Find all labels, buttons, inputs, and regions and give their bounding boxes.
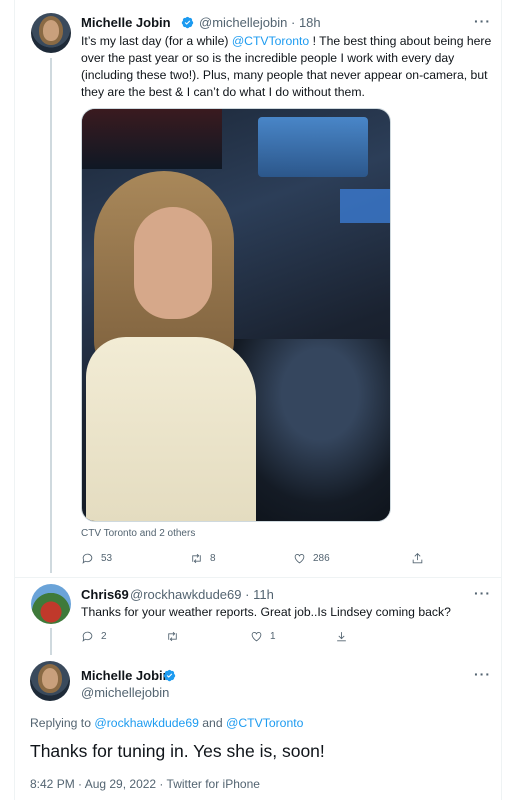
retweet-icon	[168, 631, 177, 642]
reply-icon	[82, 631, 93, 642]
author-name[interactable]: Chris69	[81, 587, 129, 602]
photo-background	[340, 189, 390, 223]
tweet-text: Thanks for tuning in. Yes she is, soon!	[30, 741, 325, 761]
verified-badge-icon	[163, 669, 176, 682]
tweet-text-part: It’s my last day (for a while)	[81, 34, 232, 48]
more-icon[interactable]: ···	[474, 13, 491, 29]
author-name[interactable]: Michelle Jobin	[81, 668, 171, 683]
tweet-text: Thanks for your weather reports. Great j…	[81, 605, 451, 619]
like-icon	[251, 632, 262, 642]
replying-label: Replying to	[30, 716, 95, 730]
replying-and: and	[198, 716, 226, 730]
share-button[interactable]	[335, 630, 355, 643]
avatar[interactable]	[31, 584, 71, 624]
photo-person	[86, 167, 276, 521]
like-count: 1	[270, 631, 276, 642]
mention-link[interactable]: @CTVToronto	[226, 716, 303, 730]
thread-line	[50, 628, 52, 655]
tweet-time[interactable]: 18h	[299, 15, 321, 30]
reply-count: 53	[101, 553, 113, 564]
handle-text: @michellejobin	[199, 15, 288, 30]
share-icon	[337, 632, 346, 642]
share-button[interactable]	[411, 552, 431, 565]
tweet-timestamp[interactable]: 8:42 PM · Aug 29, 2022 · Twitter for iPh…	[30, 777, 260, 791]
avatar[interactable]	[31, 13, 71, 53]
reply-button[interactable]: 53	[81, 552, 112, 565]
tweet-photo[interactable]	[81, 108, 391, 522]
more-icon[interactable]: ···	[474, 666, 491, 682]
mention-link[interactable]: @rockhawkdude69	[94, 716, 199, 730]
handle-text: @rockhawkdude69	[130, 587, 242, 602]
author-handle[interactable]: @michellejobin · 18h	[199, 15, 321, 30]
reply-count: 2	[101, 631, 107, 642]
reply-button[interactable]: 2	[81, 630, 107, 643]
dot-separator: ·	[245, 587, 250, 602]
retweet-button[interactable]: 8	[190, 552, 216, 565]
photo-background	[82, 109, 222, 169]
author-handle[interactable]: @rockhawkdude69 · 11h	[130, 587, 274, 602]
avatar[interactable]	[30, 661, 70, 701]
like-button[interactable]: 286	[293, 552, 330, 565]
verified-badge-icon	[181, 16, 194, 29]
share-icon	[412, 553, 423, 564]
reply-icon	[82, 553, 93, 564]
thread-line	[50, 58, 52, 573]
like-count: 286	[313, 553, 330, 564]
retweet-button[interactable]	[166, 630, 186, 643]
replying-to: Replying to @rockhawkdude69 and @CTVToro…	[30, 716, 303, 730]
author-name[interactable]: Michelle Jobin	[81, 15, 171, 30]
retweet-icon	[192, 553, 201, 564]
tweet-time[interactable]: 11h	[253, 587, 274, 602]
author-handle[interactable]: @michellejobin	[81, 685, 169, 700]
like-button[interactable]: 1	[250, 630, 276, 643]
photo-tags[interactable]: CTV Toronto and 2 others	[81, 528, 195, 539]
divider	[14, 577, 502, 578]
mention-link[interactable]: @CTVToronto	[232, 34, 309, 48]
tweet-text: It’s my last day (for a while) @CTVToron…	[81, 33, 493, 101]
like-icon	[294, 554, 305, 564]
dot-separator: ·	[290, 15, 296, 30]
more-icon[interactable]: ···	[474, 585, 491, 601]
retweet-count: 8	[210, 553, 216, 564]
